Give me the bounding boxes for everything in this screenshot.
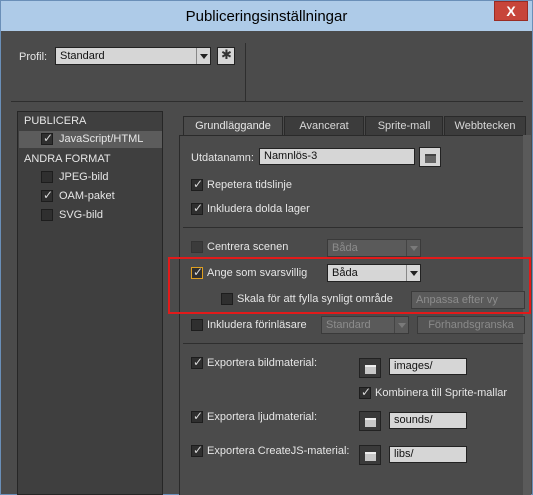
tab-web-fonts[interactable]: Webbtecken <box>444 116 526 136</box>
format-list-panel: PUBLICERA JavaScript/HTML ANDRA FORMAT J… <box>17 111 163 495</box>
loop-timeline-checkbox[interactable] <box>191 177 203 191</box>
center-stage-value: Båda <box>332 242 358 254</box>
oam-label: OAM-paket <box>59 190 115 202</box>
center-stage-select: Båda <box>327 239 421 257</box>
section-divider-2 <box>183 343 523 344</box>
chevron-down-icon <box>394 317 408 333</box>
svg-label: SVG-bild <box>59 209 104 221</box>
publish-header: PUBLICERA <box>24 115 87 127</box>
export-sounds-checkbox[interactable] <box>191 409 203 423</box>
combine-sprites-checkbox[interactable] <box>359 385 371 399</box>
list-item-jpeg[interactable]: JPEG-bild <box>19 169 162 186</box>
chevron-down-icon <box>406 240 420 256</box>
images-path-field[interactable]: images/ <box>389 358 467 375</box>
export-images-checkbox[interactable] <box>191 355 203 369</box>
profile-select[interactable]: Standard <box>55 47 211 65</box>
jpeg-checkbox[interactable] <box>41 171 53 183</box>
libs-folder-icon[interactable] <box>359 445 381 465</box>
profile-label: Profil: <box>19 51 48 63</box>
close-button[interactable]: X <box>494 1 528 21</box>
loop-timeline-label: Repetera tidslinje <box>207 179 292 191</box>
list-item-svg[interactable]: SVG-bild <box>19 207 162 224</box>
tab-advanced[interactable]: Avancerat <box>284 116 364 136</box>
tab-sprite-sheet[interactable]: Sprite-mall <box>365 116 443 136</box>
preloader-select: Standard <box>321 316 409 334</box>
scrollbar[interactable] <box>523 135 531 495</box>
window-title: Publiceringsinställningar <box>185 8 348 25</box>
output-folder-icon[interactable] <box>419 147 441 167</box>
tab-basic[interactable]: Grundläggande <box>183 116 283 136</box>
other-formats-header: ANDRA FORMAT <box>24 153 111 165</box>
jpeg-label: JPEG-bild <box>59 171 109 183</box>
export-images-label: Exportera bildmaterial: <box>207 357 318 369</box>
javascript-html-label: JavaScript/HTML <box>59 133 144 145</box>
combine-sprites-label: Kombinera till Sprite-mallar <box>375 387 508 399</box>
output-name-field[interactable]: Namnlös-3 <box>259 148 415 165</box>
profile-select-value: Standard <box>60 50 105 62</box>
libs-path-field[interactable]: libs/ <box>389 446 467 463</box>
javascript-html-checkbox[interactable] <box>41 131 53 145</box>
chevron-down-icon <box>196 48 210 64</box>
list-item-javascript-html[interactable]: JavaScript/HTML <box>19 131 162 148</box>
include-hidden-layers-checkbox[interactable] <box>191 201 203 215</box>
images-folder-icon[interactable] <box>359 358 381 378</box>
profile-divider <box>245 43 246 101</box>
svg-checkbox[interactable] <box>41 209 53 221</box>
include-preloader-checkbox[interactable] <box>191 319 203 331</box>
preview-button: Förhandsgranska <box>417 316 525 334</box>
preloader-value: Standard <box>326 319 371 331</box>
export-createjs-checkbox[interactable] <box>191 443 203 457</box>
highlight-box <box>168 257 531 314</box>
section-divider-1 <box>183 227 523 228</box>
oam-checkbox[interactable] <box>41 188 53 202</box>
include-hidden-layers-label: Inkludera dolda lager <box>207 203 310 215</box>
include-preloader-label: Inkludera förinläsare <box>207 319 307 331</box>
center-stage-label: Centrera scenen <box>207 241 289 253</box>
output-name-label: Utdatanamn: <box>191 152 254 164</box>
title-bar: Publiceringsinställningar X <box>1 1 532 31</box>
center-stage-checkbox[interactable] <box>191 241 203 253</box>
list-item-oam[interactable]: OAM-paket <box>19 188 162 205</box>
header-divider <box>11 101 523 102</box>
export-sounds-label: Exportera ljudmaterial: <box>207 411 318 423</box>
sounds-folder-icon[interactable] <box>359 411 381 431</box>
sounds-path-field[interactable]: sounds/ <box>389 412 467 429</box>
publish-settings-dialog: Publiceringsinställningar X Profil: Stan… <box>0 0 533 495</box>
export-createjs-label: Exportera CreateJS-material: <box>207 445 350 457</box>
profile-options-gear-icon[interactable] <box>217 47 235 65</box>
